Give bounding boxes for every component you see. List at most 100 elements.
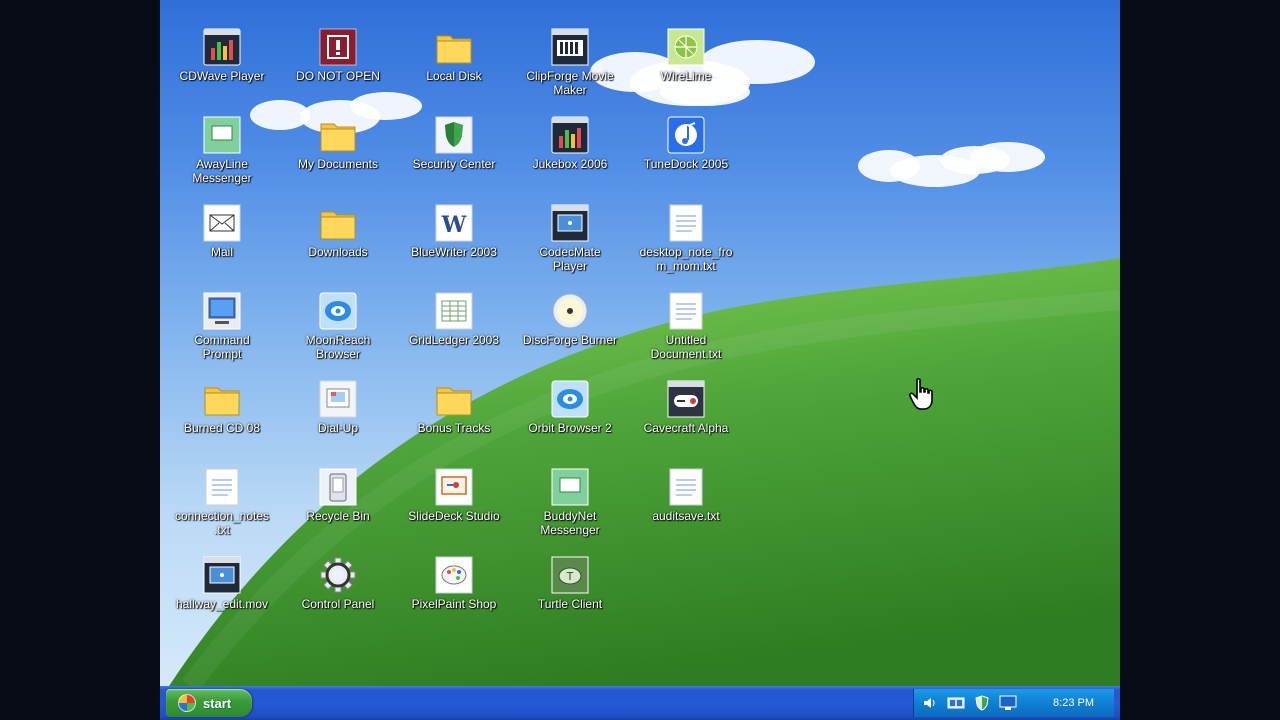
desktop-icon[interactable]: DiscForge Burner [520,292,620,347]
desktop-icon[interactable]: Jukebox 2006 [520,116,620,171]
desktop-icon-label: DiscForge Burner [522,333,618,347]
desktop-icon-label: Cavecraft Alpha [643,421,729,435]
desktop-icon-label: Untitled Document.txt [650,333,722,361]
desktop-icon-label: DO NOT OPEN [296,69,380,83]
desktop-icon-label: Downloads [308,245,368,259]
presentation-icon [435,468,473,506]
messenger-icon [551,468,589,506]
folder-icon [435,28,473,66]
mail-icon [203,204,241,242]
folder-icon [203,380,241,418]
video-file-icon [203,556,241,594]
desktop-icon[interactable]: TuneDock 2005 [636,116,736,171]
svg-text:W: W [441,212,467,238]
desktop-icon[interactable]: auditsave.txt [636,468,736,523]
windows-logo-icon [178,694,196,712]
desktop-icon[interactable]: Command Prompt [172,292,272,361]
clock[interactable]: 8:23 PM [1053,697,1094,709]
desktop-icon[interactable]: Untitled Document.txt [636,292,736,361]
desktop-icon[interactable]: W BlueWriter 2003 [404,204,504,259]
desktop-icon[interactable]: DO NOT OPEN [288,28,388,83]
desktop[interactable]: CDWave Player DO NOT OPEN Local Disk ClipFo… [160,0,1120,720]
desktop-icon-label: Burned CD 08 [183,421,261,435]
desktop-icon[interactable]: AwayLine Messenger [172,116,272,185]
game-icon [667,380,705,418]
desktop-icon[interactable]: SlideDeck Studio [404,468,504,523]
desktop-icon-label: CodecMate Player [539,245,601,273]
desktop-icon-label: hallway_edit.mov [175,597,269,611]
desktop-icon-label: Turtle Client [537,597,603,611]
desktop-icon-label: Command Prompt [194,333,250,361]
desktop-icon-label: SlideDeck Studio [408,509,500,523]
desktop-icon[interactable]: Bonus Tracks [404,380,504,435]
volume-icon[interactable] [920,693,940,713]
desktop-icon[interactable]: Local Disk [404,28,504,83]
desktop-icon-label: Control Panel [301,597,375,611]
desktop-icon[interactable]: WireLime [636,28,736,83]
desktop-icon[interactable]: Security Center [404,116,504,171]
wirelime-icon [667,28,705,66]
desktop-icon[interactable]: T Turtle Client [520,556,620,611]
paint-icon [435,556,473,594]
display-icon[interactable] [998,693,1018,713]
shield-icon [435,116,473,154]
warning-program-icon [319,28,357,66]
desktop-icon[interactable]: Control Panel [288,556,388,611]
desktop-icon[interactable]: CDWave Player [172,28,272,83]
desktop-icon-label: Orbit Browser 2 [528,421,612,435]
word-processor-icon: W [435,204,473,242]
dial-up-icon [319,380,357,418]
desktop-icon-label: auditsave.txt [652,509,720,523]
music-icon [667,116,705,154]
desktop-icon-label: My Documents [297,157,379,171]
start-label: start [203,695,232,711]
desktop-icon-label: Local Disk [426,69,482,83]
desktop-icon[interactable]: hallway_edit.mov [172,556,272,611]
desktop-icon-label: Jukebox 2006 [532,157,608,171]
desktop-icon-label: CDWave Player [179,69,265,83]
desktop-icon[interactable]: ClipForge Movie Maker [520,28,620,97]
svg-text:T: T [566,570,574,583]
folder-icon [319,204,357,242]
desktop-icon-label: PixelPaint Shop [411,597,497,611]
browser-icon [319,292,357,330]
desktop-icon[interactable]: Burned CD 08 [172,380,272,435]
desktop-icon[interactable]: Recycle Bin [288,468,388,523]
desktop-icon-label: BuddyNet Messenger [540,509,600,537]
desktop-icon[interactable]: GridLedger 2003 [404,292,504,347]
desktop-icon[interactable]: Cavecraft Alpha [636,380,736,435]
browser-icon [551,380,589,418]
desktop-icon[interactable]: PixelPaint Shop [404,556,504,611]
desktop-icon[interactable]: Dial-Up [288,380,388,435]
desktop-icon-label: WireLime [660,69,712,83]
desktop-icon[interactable]: connection_notes.txt [172,468,272,537]
desktop-icon-label: ClipForge Movie Maker [526,69,614,97]
movie-maker-icon [551,28,589,66]
turtle-icon: T [551,556,589,594]
system-tray: 8:23 PM [913,689,1114,717]
security-shield-icon[interactable] [972,693,992,713]
start-button[interactable]: start [166,689,252,717]
text-file-icon [667,468,705,506]
desktop-icon[interactable]: CodecMate Player [520,204,620,273]
desktop-icon[interactable]: BuddyNet Messenger [520,468,620,537]
text-file-icon [667,292,705,330]
desktop-icon-label: AwayLine Messenger [192,157,252,185]
desktop-icon-label: BlueWriter 2003 [411,245,497,259]
desktop-icon-label: MoonReach Browser [305,333,371,361]
desktop-icon[interactable]: MoonReach Browser [288,292,388,361]
desktop-icon[interactable]: desktop_note_from_mom.txt [636,204,736,273]
desktop-icon[interactable]: Mail [172,204,272,259]
desktop-icon[interactable]: My Documents [288,116,388,171]
desktop-icon[interactable]: Downloads [288,204,388,259]
spreadsheet-icon [435,292,473,330]
desktop-icon-label: Dial-Up [317,421,358,435]
network-icon[interactable] [946,693,966,713]
media-player-icon [551,116,589,154]
folder-icon [435,380,473,418]
recycle-bin-icon [319,468,357,506]
desktop-icon[interactable]: Orbit Browser 2 [520,380,620,435]
desktop-icon-label: GridLedger 2003 [408,333,500,347]
terminal-icon [203,292,241,330]
desktop-icon-label: desktop_note_from_mom.txt [639,245,733,273]
